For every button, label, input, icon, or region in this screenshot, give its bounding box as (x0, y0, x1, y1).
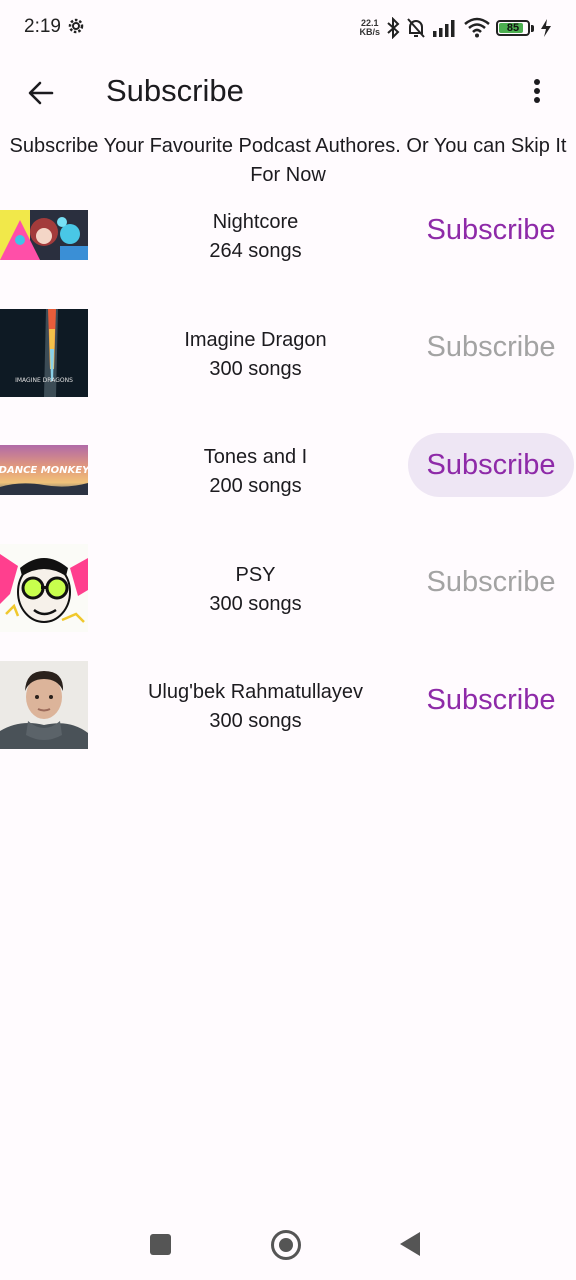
song-count: 300 songs (209, 710, 302, 732)
author-info: Nightcore 264 songs (88, 208, 423, 266)
author-name: Nightcore (212, 211, 299, 233)
back-triangle-icon[interactable] (400, 1232, 420, 1256)
more-vert-icon (534, 79, 540, 103)
nightcore-artwork (0, 210, 88, 260)
home-dot (279, 1238, 293, 1252)
imagine-dragons-artwork: IMAGINE DRAGONS (0, 308, 88, 397)
status-bar: 2:19 22.1 KB/s 85 (0, 0, 576, 56)
author-info: PSY 300 songs (88, 561, 423, 619)
subtitle-text: Subscribe Your Favourite Podcast Authore… (9, 135, 567, 186)
net-speed-unit: KB/s (359, 27, 380, 37)
list-item: PSY 300 songs Subscribe (0, 543, 576, 671)
dance-monkey-artwork: DANCE MONKEY (0, 445, 88, 495)
home-circle-icon[interactable] (271, 1230, 301, 1260)
thumb-label: DANCE MONKEY (0, 465, 88, 476)
subscribe-button[interactable]: Subscribe (408, 668, 574, 732)
subscribe-button[interactable]: Subscribe (408, 433, 574, 497)
author-thumbnail (0, 210, 88, 260)
battery-level: 85 (506, 22, 520, 34)
list-item: Nightcore 264 songs Subscribe (0, 200, 576, 318)
arrow-back-icon (28, 81, 54, 105)
status-time: 2:19 (24, 16, 61, 37)
subscribe-button[interactable]: Subscribe (408, 198, 574, 262)
song-count: 264 songs (209, 240, 302, 262)
net-speed: 22.1 KB/s (359, 19, 380, 37)
wifi-icon (464, 17, 490, 38)
author-thumbnail (0, 661, 88, 749)
settings-gear-icon (68, 18, 84, 34)
author-name: Imagine Dragon (184, 328, 327, 351)
recents-square-icon[interactable] (150, 1234, 171, 1255)
author-thumbnail (0, 543, 88, 632)
author-thumbnail: IMAGINE DRAGONS (0, 308, 88, 397)
system-nav-bar (0, 1210, 576, 1280)
list-item: DANCE MONKEY Tones and I 200 songs Subsc… (0, 433, 576, 553)
author-thumbnail: DANCE MONKEY (0, 445, 88, 495)
list-item: Ulug'bek Rahmatullayev 300 songs Subscri… (0, 661, 576, 788)
bell-off-icon (407, 18, 425, 38)
more-options-button[interactable] (516, 70, 558, 112)
subscribe-button[interactable]: Subscribe (408, 551, 574, 615)
author-name: Tones and I (203, 446, 308, 468)
ulugbek-artwork (0, 661, 88, 749)
battery-cap (531, 24, 534, 32)
song-count: 200 songs (209, 475, 302, 497)
status-icons: 22.1 KB/s 85 (359, 14, 552, 42)
author-info: Tones and I 200 songs (88, 443, 423, 501)
author-name: Ulug'bek Rahmatullayev (147, 681, 364, 703)
subscribe-button[interactable]: Subscribe (408, 316, 574, 380)
page-title: Subscribe (106, 73, 244, 108)
charging-bolt-icon (541, 19, 551, 37)
thumb-label: IMAGINE DRAGONS (15, 377, 73, 384)
author-info: Ulug'bek Rahmatullayev 300 songs (88, 678, 423, 736)
back-button[interactable] (20, 72, 62, 114)
signal-icon (433, 20, 455, 37)
authors-list: Nightcore 264 songs Subscribe IMAGINE DR… (0, 200, 576, 788)
bluetooth-icon (387, 17, 400, 39)
author-info: Imagine Dragon 300 songs (88, 326, 423, 384)
author-name: PSY (235, 563, 276, 586)
list-item: IMAGINE DRAGONS Imagine Dragon 300 songs… (0, 308, 576, 436)
app-bar: Subscribe (0, 56, 576, 126)
psy-artwork (0, 543, 88, 632)
battery-icon: 85 (496, 20, 530, 36)
song-count: 300 songs (209, 357, 302, 380)
song-count: 300 songs (209, 592, 302, 615)
